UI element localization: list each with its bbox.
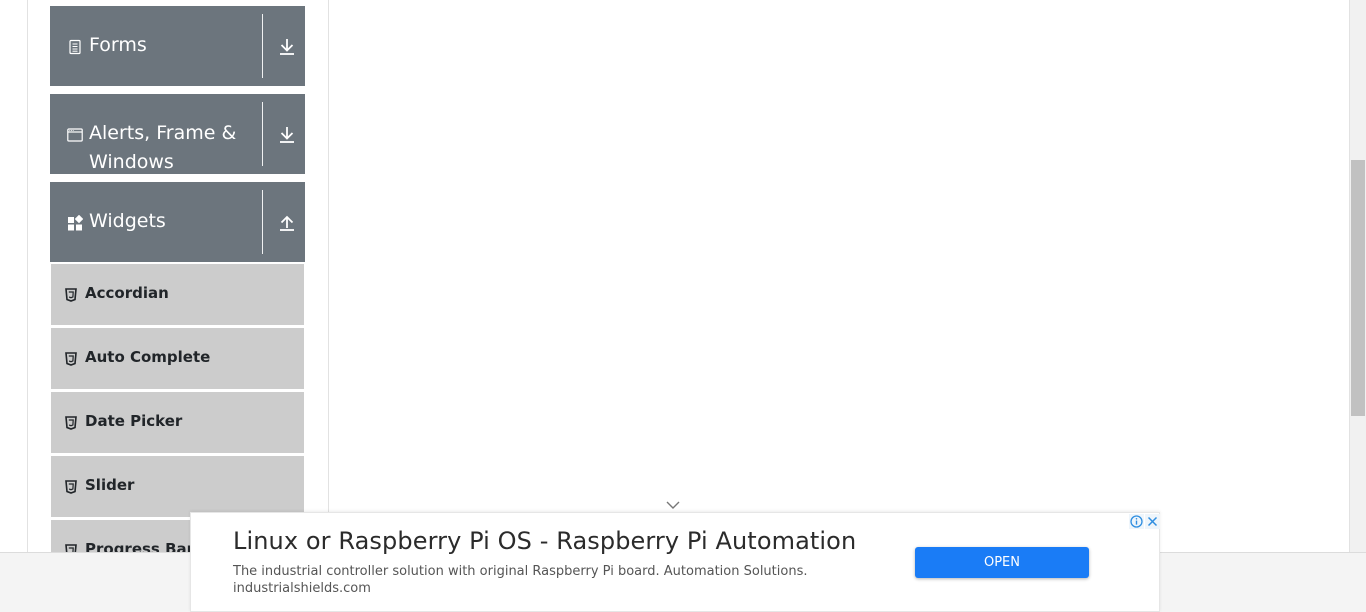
sidebar-divider [328, 0, 329, 552]
ad-open-button[interactable]: OPEN [915, 547, 1089, 578]
group-label-forms: Forms [89, 34, 147, 56]
group-header-widgets[interactable]: Widgets [50, 182, 305, 262]
document-icon [67, 39, 83, 55]
html5-icon [65, 416, 77, 430]
chevron-down-icon[interactable] [665, 498, 681, 510]
widgets-menu-list: Accordian Auto Complete Date Picker Slid… [50, 262, 305, 552]
window-icon [67, 127, 83, 143]
close-icon[interactable] [1145, 514, 1160, 529]
menu-item-label: Slider [85, 476, 135, 494]
html5-icon [65, 544, 77, 552]
page-left-gutter [0, 0, 28, 552]
ad-domain[interactable]: industrialshields.com [233, 581, 371, 596]
widgets-icon [67, 214, 84, 231]
upload-arrow-icon[interactable] [278, 212, 296, 232]
menu-item-slider[interactable]: Slider [51, 456, 304, 517]
download-arrow-icon[interactable] [278, 36, 296, 56]
menu-item-label: Auto Complete [85, 348, 211, 366]
group-label-alerts-frame-windows: Alerts, Frame & Windows [89, 122, 237, 173]
ad-banner[interactable]: Linux or Raspberry Pi OS - Raspberry Pi … [190, 512, 1160, 612]
menu-item-auto-complete[interactable]: Auto Complete [51, 328, 304, 389]
scrollbar-thumb[interactable] [1351, 160, 1365, 416]
ad-title[interactable]: Linux or Raspberry Pi OS - Raspberry Pi … [233, 527, 856, 555]
menu-item-accordian[interactable]: Accordian [51, 264, 304, 325]
download-arrow-icon[interactable] [278, 124, 296, 144]
group-separator [262, 190, 263, 254]
html5-icon [65, 480, 77, 494]
group-header-forms[interactable]: Forms [50, 6, 305, 86]
html5-icon [65, 288, 77, 302]
group-label-widgets: Widgets [89, 210, 166, 232]
menu-item-label: Accordian [85, 284, 169, 302]
ad-description: The industrial controller solution with … [233, 564, 808, 579]
group-separator [262, 14, 263, 78]
menu-item-label: Date Picker [85, 412, 183, 430]
menu-item-date-picker[interactable]: Date Picker [51, 392, 304, 453]
group-separator [262, 102, 263, 166]
group-header-alerts-frame-windows[interactable]: Alerts, Frame & Windows [50, 94, 305, 174]
html5-icon [65, 352, 77, 366]
info-icon[interactable] [1129, 514, 1144, 529]
menu-item-label: Progress Bar [85, 540, 195, 552]
